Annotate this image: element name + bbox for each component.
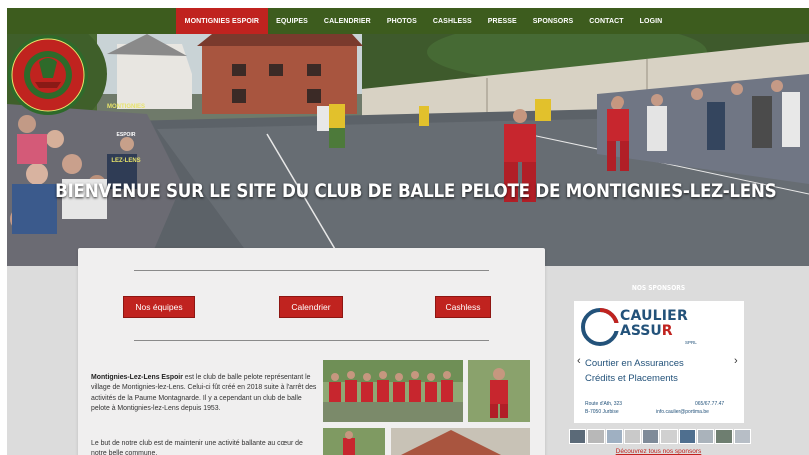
teams-button[interactable]: Nos équipes	[123, 296, 195, 318]
sponsor-thumb[interactable]	[605, 429, 623, 444]
sponsor-brand-line1: CAULIER	[620, 308, 688, 324]
sponsors-title: NOS SPONSORS	[631, 284, 686, 292]
main-nav: MONTIGNIES ESPOIR EQUIPES CALENDRIER PHO…	[7, 8, 809, 34]
intro-card	[78, 248, 545, 455]
sponsor-thumb[interactable]	[587, 429, 605, 444]
sponsor-logo-strip	[569, 429, 751, 444]
nav-item-login[interactable]: LOGIN	[632, 8, 671, 34]
nav-item-contact[interactable]: CONTACT	[581, 8, 631, 34]
nav-item-presse[interactable]: PRESSE	[480, 8, 525, 34]
nav-item-photos[interactable]: PHOTOS	[379, 8, 425, 34]
sponsor-thumb[interactable]	[660, 429, 678, 444]
logo-text-bottom: LEZ-LENS	[111, 158, 141, 164]
nav-item-cashless[interactable]: CASHLESS	[425, 8, 480, 34]
carousel-next-icon[interactable]: ›	[734, 355, 738, 367]
sponsor-brand-line2a: ASSU	[620, 323, 662, 339]
sponsor-thumb[interactable]	[697, 429, 715, 444]
sponsor-email: info.caulier@portima.be	[656, 409, 709, 415]
sponsor-tagline-1: Courtier en Assurances	[585, 358, 684, 369]
sponsor-thumb[interactable]	[715, 429, 733, 444]
intro-paragraph-2: Le but de notre club est de maintenir un…	[91, 440, 303, 455]
hero-photo	[7, 34, 809, 266]
nav-item-montignies-espoir[interactable]: MONTIGNIES ESPOIR	[175, 8, 269, 34]
sponsor-brand-line2b: R	[661, 323, 673, 339]
team-photo-2[interactable]	[468, 360, 530, 422]
discover-sponsors-link[interactable]: Découvrez tous nos sponsors	[573, 448, 744, 455]
browser-viewport: MONTIGNIES ESPOIR EQUIPES CALENDRIER PHO…	[7, 8, 809, 455]
sponsor-address-1: Route d'Ath, 323	[585, 401, 623, 407]
caulier-logo-mark	[581, 308, 620, 346]
sponsor-legal: SPRL	[685, 340, 697, 345]
hero-banner: MONTIGNIES ESPOIR LEZ-LENS BIENVENUE SUR…	[7, 34, 809, 266]
logo-text-top: MONTIGNIES	[106, 104, 145, 110]
sponsor-carousel[interactable]: CAULIER ASSUR SPRL Courtier en Assurance…	[574, 301, 744, 423]
sponsor-brand-line2: ASSUR	[620, 323, 673, 339]
club-logo	[8, 35, 88, 115]
intro-paragraph: Montignies-Lez-Lens Espoir est le club d…	[91, 373, 317, 414]
carousel-prev-icon[interactable]: ‹	[577, 355, 581, 367]
divider-bottom	[134, 340, 489, 341]
sponsor-thumb[interactable]	[642, 429, 660, 444]
nav-item-sponsors[interactable]: SPONSORS	[525, 8, 581, 34]
club-name: Montignies-Lez-Lens Espoir	[91, 374, 183, 381]
sponsor-tagline-2: Crédits et Placements	[585, 373, 678, 384]
team-photo-3[interactable]	[323, 428, 385, 455]
sponsor-thumb[interactable]	[678, 429, 697, 444]
calendar-button[interactable]: Calendrier	[279, 296, 343, 318]
sponsor-thumb[interactable]	[733, 429, 751, 444]
divider-top	[134, 270, 489, 271]
logo-text-mid: ESPOIR	[116, 132, 136, 138]
sponsor-address-2: B-7050 Jurbise	[585, 409, 619, 415]
team-photo-4[interactable]	[391, 428, 530, 455]
sponsor-phone: 065/67.77.47	[695, 401, 725, 407]
nav-item-equipes[interactable]: EQUIPES	[268, 8, 316, 34]
cashless-button[interactable]: Cashless	[435, 296, 491, 318]
hero-title: BIENVENUE SUR LE SITE DU CLUB DE BALLE P…	[55, 180, 777, 202]
nav-item-calendrier[interactable]: CALENDRIER	[316, 8, 379, 34]
sponsor-thumb[interactable]	[569, 429, 587, 444]
sponsor-thumb[interactable]	[623, 429, 642, 444]
team-photo-1[interactable]	[323, 360, 463, 422]
